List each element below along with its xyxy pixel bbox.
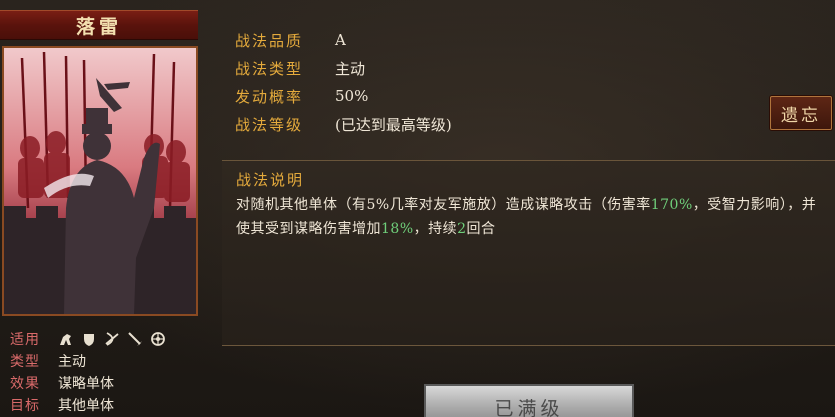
skill-description-panel: 战法说明 对随机其他单体（有5%几率对友军施放）造成谋略攻击（伤害率170%，受…: [222, 160, 835, 346]
quality-label: 战法品质: [235, 31, 304, 50]
skill-name-banner: 落雷: [0, 10, 198, 40]
attr-effect-row: 效果 谋略单体: [10, 372, 200, 394]
description-part4: 回合: [466, 221, 496, 237]
skill-card-art: [2, 46, 198, 316]
skill-name: 落雷: [75, 15, 122, 38]
maxed-button[interactable]: 已满级: [424, 384, 634, 417]
level-value: (已达到最高等级): [335, 115, 452, 134]
attr-target-row: 目标 其他单体: [10, 394, 200, 416]
spear-icon: [128, 332, 142, 346]
quality-value: A: [335, 31, 346, 49]
siege-icon: [151, 332, 165, 346]
damage-increase: 18%: [381, 221, 414, 237]
description-title: 战法说明: [236, 171, 305, 189]
attr-effect-value: 谋略单体: [58, 376, 114, 392]
attr-troops-row: 适用: [10, 328, 200, 350]
skill-info: 战法品质 A 战法类型 主动 发动概率 50% 战法等级 (已达到最高等级): [235, 26, 452, 138]
cavalry-icon: [60, 334, 71, 345]
type-value: 主动: [335, 59, 366, 78]
type-label: 战法类型: [235, 59, 304, 78]
attr-type-label: 类型: [10, 354, 40, 370]
description-part3: ，持续: [413, 221, 458, 237]
chance-value: 50%: [335, 87, 369, 105]
forget-button[interactable]: 遗忘: [770, 96, 832, 130]
level-label: 战法等级: [235, 115, 304, 134]
type-row: 战法类型 主动: [235, 54, 452, 82]
skill-attributes: 适用 类型 主动 效果 谋略单体 目标 其他单体: [10, 328, 200, 416]
quality-row: 战法品质 A: [235, 26, 452, 54]
duration-rounds: 2: [457, 221, 467, 237]
shield-icon: [84, 334, 94, 346]
attr-troops-label: 适用: [10, 332, 40, 348]
attr-target-label: 目标: [10, 398, 40, 414]
skill-illustration: [4, 48, 196, 314]
chance-row: 发动概率 50%: [235, 82, 452, 110]
attr-type-value: 主动: [58, 354, 86, 370]
chance-label: 发动概率: [235, 87, 304, 106]
level-row: 战法等级 (已达到最高等级): [235, 110, 452, 138]
attr-effect-label: 效果: [10, 376, 40, 392]
description-part1: 对随机其他单体（有5%几率对友军施放）造成谋略攻击（伤害率: [236, 197, 651, 213]
archer-icon: [105, 332, 119, 346]
troop-icons: [58, 331, 166, 347]
damage-rate: 170%: [650, 197, 693, 213]
description-text: 对随机其他单体（有5%几率对友军施放）造成谋略攻击（伤害率170%，受智力影响）…: [236, 193, 826, 241]
attr-target-value: 其他单体: [58, 398, 114, 414]
attr-type-row: 类型 主动: [10, 350, 200, 372]
